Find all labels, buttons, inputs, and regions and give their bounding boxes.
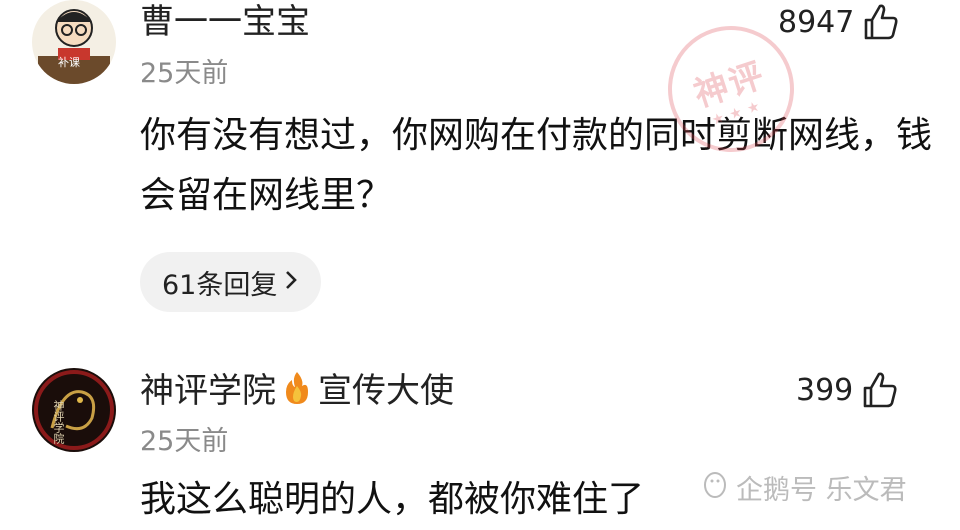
avatar-label: 补课 (58, 56, 80, 69)
timestamp: 25天前 (140, 58, 229, 89)
like-group[interactable]: 8947 (778, 2, 900, 42)
username[interactable]: 神评学院 宣传大使 (140, 370, 454, 415)
avatar-label: 神评学院 (52, 400, 65, 444)
fire-icon (282, 370, 312, 415)
watermark: 企鹅号 乐文君 (700, 468, 907, 507)
chevron-right-icon (283, 267, 299, 298)
watermark-text: 企鹅号 乐文君 (736, 475, 907, 506)
comment-item: 补课 曹一一宝宝 25天前 8947 你有没有想过，你网购在付款的同时剪断网线，… (0, 0, 960, 330)
view-replies-button[interactable]: 61条回复 (140, 252, 322, 312)
thumbs-up-icon[interactable] (859, 370, 899, 410)
like-group[interactable]: 399 (796, 370, 899, 410)
thumbs-up-icon[interactable] (860, 2, 900, 42)
username-suffix: 宣传大使 (318, 371, 454, 411)
username-prefix: 神评学院 (140, 371, 276, 411)
penguin-icon (700, 469, 730, 506)
replies-label: 61条回复 (162, 269, 278, 301)
comment-body: 你有没有想过，你网购在付款的同时剪断网线，钱会留在网线里？ (140, 115, 933, 216)
like-count: 8947 (778, 4, 855, 40)
like-count: 399 (796, 372, 854, 408)
timestamp: 25天前 (140, 426, 229, 457)
avatar[interactable] (32, 0, 116, 84)
avatar[interactable] (32, 368, 116, 452)
username[interactable]: 曹一一宝宝 (140, 2, 310, 42)
